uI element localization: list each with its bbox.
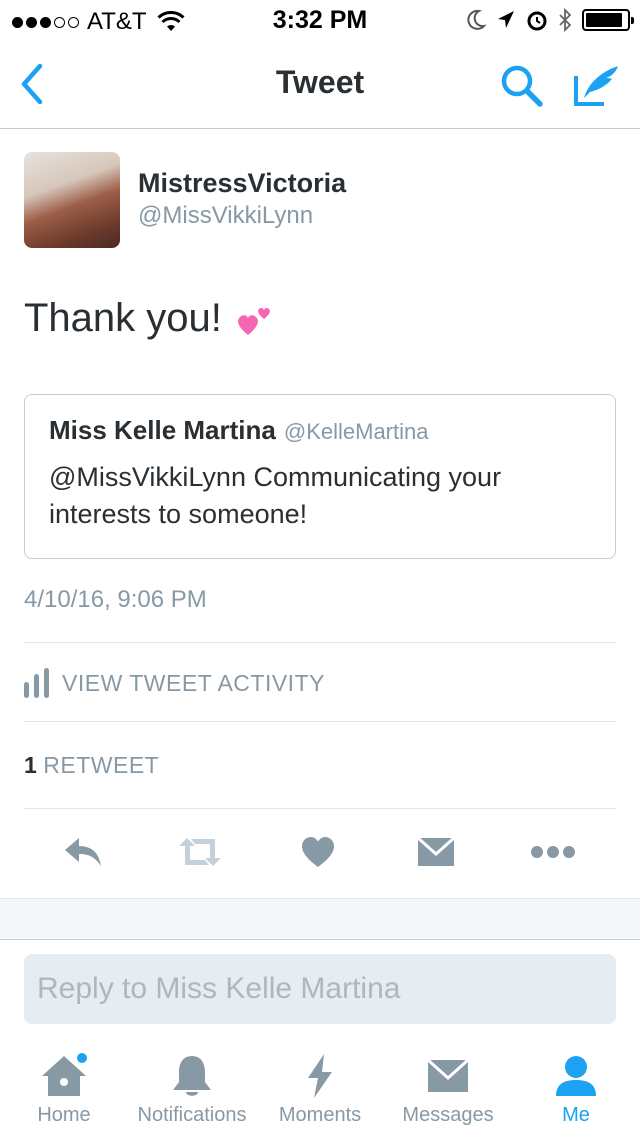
tab-messages[interactable]: Messages xyxy=(392,1040,504,1136)
divider xyxy=(24,721,616,722)
tab-bar: Home Notifications Moments Messages Me xyxy=(0,1040,640,1136)
tab-messages-label: Messages xyxy=(402,1104,494,1126)
notification-badge xyxy=(77,1053,87,1063)
quoted-screen-name: @KelleMartina xyxy=(283,419,429,444)
tab-moments[interactable]: Moments xyxy=(270,1040,370,1136)
avatar[interactable] xyxy=(24,152,120,248)
location-arrow-icon xyxy=(498,11,514,28)
retweet-count-label: RETWEET xyxy=(43,752,160,778)
status-right xyxy=(466,8,634,32)
like-button[interactable] xyxy=(300,832,336,872)
tweet-actions xyxy=(0,832,640,872)
bar-chart-icon xyxy=(24,668,49,698)
tab-home[interactable]: Home xyxy=(14,1040,114,1136)
bell-icon xyxy=(173,1056,211,1096)
author-screen-name[interactable]: @MissVikkiLynn xyxy=(138,202,313,230)
more-icon xyxy=(531,846,575,858)
alarm-icon xyxy=(527,11,547,31)
two-hearts-emoji xyxy=(237,307,270,335)
moon-icon xyxy=(467,9,486,30)
search-icon[interactable] xyxy=(498,62,546,110)
tab-me-label: Me xyxy=(562,1104,590,1126)
tweet-timestamp: 4/10/16, 9:06 PM xyxy=(24,586,207,613)
divider xyxy=(24,808,616,809)
reply-icon xyxy=(65,838,101,866)
status-bar: AT&T 3:32 PM xyxy=(0,0,640,40)
retweet-count: 1 xyxy=(24,752,38,778)
reply-input[interactable] xyxy=(24,954,616,1024)
retweet-count-link[interactable]: 1 RETWEET xyxy=(24,752,159,779)
quoted-tweet-author: Miss Kelle Martina @KelleMartina xyxy=(49,415,428,446)
person-icon xyxy=(556,1056,596,1096)
tweet-text-row: Thank you! xyxy=(24,296,274,341)
tab-notifications[interactable]: Notifications xyxy=(128,1040,256,1136)
like-icon xyxy=(302,837,334,867)
more-button[interactable] xyxy=(530,832,576,872)
view-tweet-activity-label: VIEW TWEET ACTIVITY xyxy=(62,669,325,696)
divider xyxy=(24,642,616,643)
lightning-icon xyxy=(308,1054,332,1098)
author-display-name[interactable]: MistressVictoria xyxy=(138,168,346,199)
direct-message-button[interactable] xyxy=(416,832,456,872)
tweet-text: Thank you! xyxy=(24,296,222,340)
quoted-display-name: Miss Kelle Martina xyxy=(49,415,276,445)
envelope-icon xyxy=(426,1058,470,1092)
bluetooth-icon xyxy=(559,8,572,32)
tab-home-label: Home xyxy=(37,1104,91,1126)
compose-icon[interactable] xyxy=(572,62,622,108)
reply-button[interactable] xyxy=(62,832,104,872)
tab-moments-label: Moments xyxy=(278,1104,362,1126)
tab-notifications-label: Notifications xyxy=(137,1104,247,1126)
navigation-bar: Tweet xyxy=(0,40,640,129)
quoted-tweet-text: @MissVikkiLynn Communicating your intere… xyxy=(49,462,502,529)
direct-message-icon xyxy=(417,837,455,866)
quoted-tweet-card[interactable]: Miss Kelle Martina @KelleMartina @MissVik… xyxy=(24,394,616,559)
battery-icon xyxy=(582,9,634,31)
retweet-button[interactable] xyxy=(177,832,223,872)
retweet-icon xyxy=(179,838,221,866)
tab-me[interactable]: Me xyxy=(526,1040,626,1136)
view-tweet-activity-button[interactable]: VIEW TWEET ACTIVITY xyxy=(24,668,325,698)
section-separator xyxy=(0,898,640,940)
home-icon xyxy=(42,1053,87,1096)
